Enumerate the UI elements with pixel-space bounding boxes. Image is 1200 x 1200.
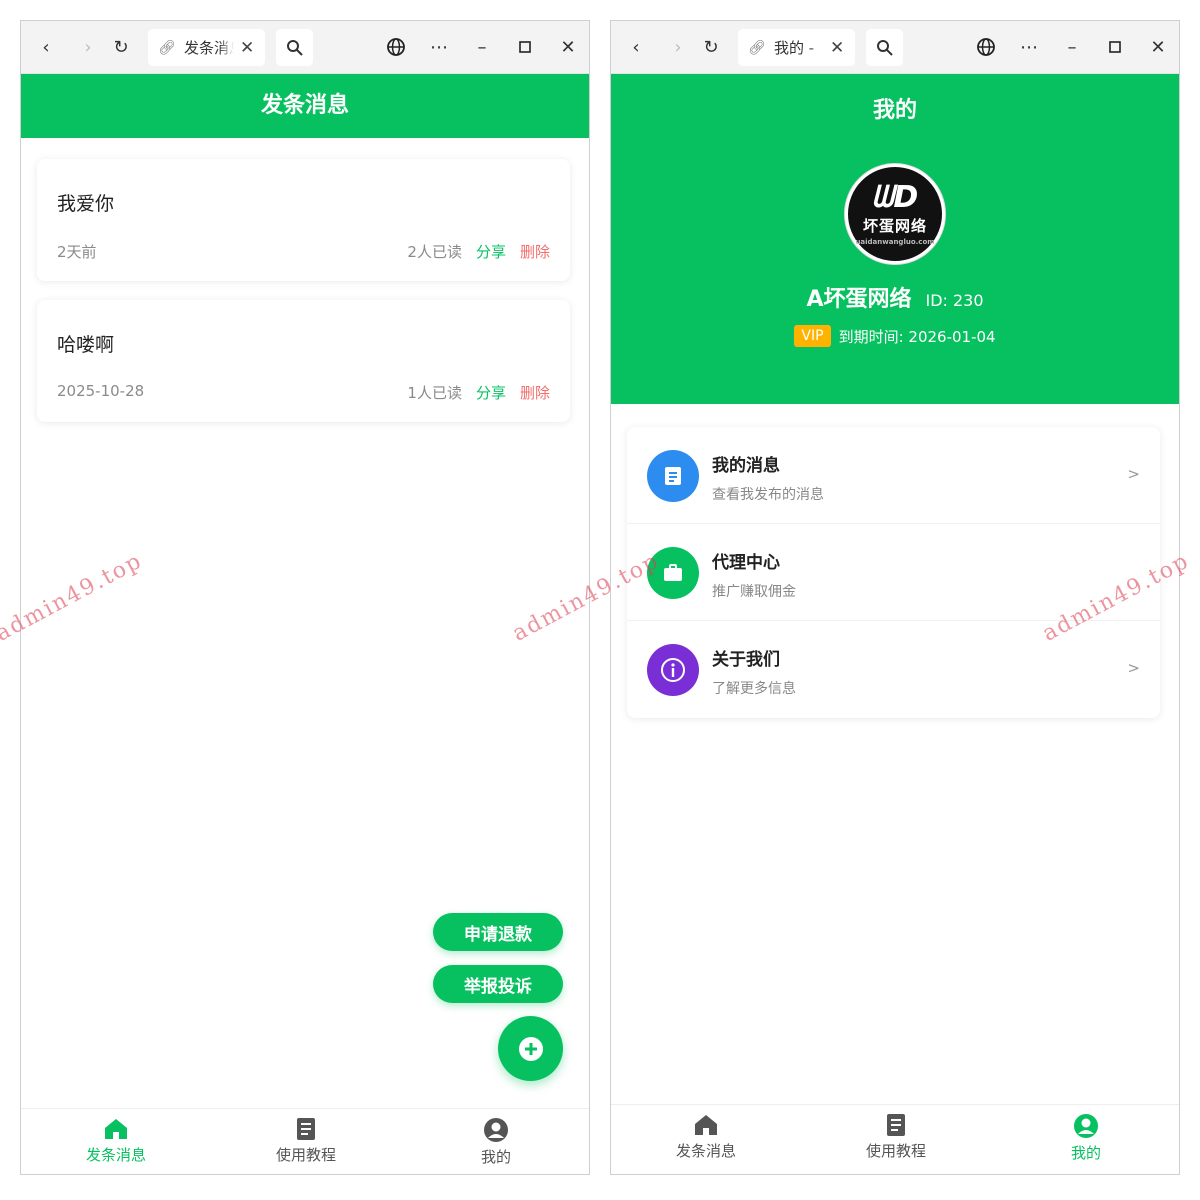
globe-icon[interactable]: [971, 32, 1001, 62]
home-icon: [105, 1119, 127, 1139]
tab-tutorial[interactable]: 使用教程: [801, 1105, 991, 1170]
chevron-right-icon: >: [1127, 465, 1140, 483]
avatar-logo-mark: ᗯD: [871, 179, 919, 215]
tab-label: 使用教程: [275, 1146, 336, 1164]
tab-mine[interactable]: 我的: [991, 1105, 1179, 1170]
tab-label: 发条消息: [675, 1142, 736, 1160]
vip-badge: VIP: [794, 325, 831, 347]
share-button[interactable]: 分享: [476, 382, 506, 403]
browser-toolbar: ‹ › ↻ 🔗︎ 我的 - ✕ ⋯ – ✕: [611, 21, 1179, 74]
chevron-right-icon: >: [1127, 659, 1140, 677]
reload-icon[interactable]: ↻: [106, 32, 136, 62]
close-icon[interactable]: ✕: [240, 38, 254, 58]
home-icon: [695, 1115, 717, 1135]
message-time: 2025-10-28: [57, 382, 145, 400]
plus-circle-icon: [518, 1036, 543, 1061]
user-icon: [1074, 1114, 1098, 1138]
browser-tab-title: 发条消息: [184, 39, 234, 57]
tab-send-message[interactable]: 发条消息: [611, 1105, 801, 1170]
back-icon[interactable]: ‹: [31, 32, 61, 62]
link-icon: 🔗︎: [748, 39, 766, 56]
page-title: 发条消息: [21, 74, 589, 138]
menu-item-my-messages[interactable]: 我的消息 查看我发布的消息 >: [627, 427, 1160, 524]
tab-tutorial[interactable]: 使用教程: [211, 1109, 401, 1174]
menu-subtitle: 查看我发布的消息: [712, 487, 824, 503]
document-icon: [887, 1114, 905, 1136]
menu-item-about-us[interactable]: 关于我们 了解更多信息 >: [627, 621, 1160, 718]
reload-icon[interactable]: ↻: [696, 32, 726, 62]
maximize-icon[interactable]: [510, 32, 540, 62]
document-icon: [297, 1118, 315, 1140]
minimize-icon[interactable]: –: [467, 32, 497, 62]
avatar: ᗯD 坏蛋网络 uaidanwangluo.com: [845, 164, 945, 264]
read-count: 2人已读: [407, 243, 462, 261]
browser-toolbar: ‹ › ↻ 🔗︎ 发条消息 ✕ ⋯ – ✕: [21, 21, 589, 74]
avatar-logo-text: 坏蛋网络: [862, 216, 927, 235]
share-button[interactable]: 分享: [476, 241, 506, 262]
user-icon: [484, 1118, 508, 1142]
forward-icon[interactable]: ›: [73, 32, 103, 62]
profile-header: 我的 ᗯD 坏蛋网络 uaidanwangluo.com A坏蛋网络 ID: 2…: [611, 74, 1179, 404]
back-icon[interactable]: ‹: [621, 32, 651, 62]
message-title: 哈喽啊: [57, 334, 115, 356]
user-name: A坏蛋网络: [806, 287, 912, 312]
delete-button[interactable]: 删除: [520, 241, 550, 262]
browser-tab[interactable]: 🔗︎ 我的 - ✕: [738, 29, 855, 66]
message-list-icon: [647, 450, 699, 502]
minimize-icon[interactable]: –: [1057, 32, 1087, 62]
window-close-icon[interactable]: ✕: [1143, 32, 1173, 62]
tab-bar: 发条消息 使用教程 我的: [21, 1108, 589, 1174]
report-button[interactable]: 举报投诉: [433, 965, 563, 1003]
message-card[interactable]: 哈喽啊 2025-10-28 1人已读 分享 删除: [37, 300, 570, 422]
close-icon[interactable]: ✕: [830, 38, 844, 58]
menu-title: 我的消息: [712, 456, 780, 476]
message-title: 我爱你: [57, 193, 115, 215]
tab-label: 我的: [480, 1148, 511, 1166]
tab-label: 发条消息: [85, 1146, 146, 1164]
menu-subtitle: 了解更多信息: [712, 681, 796, 697]
add-message-button[interactable]: [498, 1016, 563, 1081]
window-close-icon[interactable]: ✕: [553, 32, 583, 62]
info-icon: [647, 644, 699, 696]
tab-label: 使用教程: [865, 1142, 926, 1160]
read-count: 1人已读: [407, 384, 462, 402]
vip-expire: 到期时间: 2026-01-04: [838, 327, 996, 346]
tab-label: 我的: [1070, 1144, 1101, 1162]
search-icon: [876, 39, 893, 56]
tab-bar: 发条消息 使用教程 我的: [611, 1104, 1179, 1170]
page-title: 我的: [872, 98, 917, 123]
more-icon[interactable]: ⋯: [1014, 32, 1044, 62]
browser-tab[interactable]: 🔗︎ 发条消息 ✕: [148, 29, 265, 66]
search-button[interactable]: [866, 29, 903, 66]
browser-tab-title: 我的 -: [774, 39, 815, 57]
refund-button[interactable]: 申请退款: [433, 913, 563, 951]
avatar-logo-sub: uaidanwangluo.com: [855, 237, 935, 246]
more-icon[interactable]: ⋯: [424, 32, 454, 62]
message-card[interactable]: 我爱你 2天前 2人已读 分享 删除: [37, 159, 570, 281]
link-icon: 🔗︎: [158, 39, 176, 56]
search-icon: [286, 39, 303, 56]
delete-button[interactable]: 删除: [520, 382, 550, 403]
profile-menu: 我的消息 查看我发布的消息 > 代理中心 推广赚取佣金 关于我们 了解更多信息 …: [627, 427, 1160, 718]
tab-mine[interactable]: 我的: [401, 1109, 589, 1174]
forward-icon[interactable]: ›: [663, 32, 693, 62]
message-time: 2天前: [57, 243, 97, 261]
tab-send-message[interactable]: 发条消息: [21, 1109, 211, 1174]
maximize-icon[interactable]: [1100, 32, 1130, 62]
browser-window-left: ‹ › ↻ 🔗︎ 发条消息 ✕ ⋯ – ✕ 发条消息 我爱你 2天前 2人已读 …: [20, 20, 590, 1175]
menu-title: 代理中心: [712, 553, 780, 573]
search-button[interactable]: [276, 29, 313, 66]
globe-icon[interactable]: [381, 32, 411, 62]
user-id: ID: 230: [925, 291, 984, 310]
menu-subtitle: 推广赚取佣金: [712, 584, 796, 600]
menu-title: 关于我们: [712, 650, 780, 670]
